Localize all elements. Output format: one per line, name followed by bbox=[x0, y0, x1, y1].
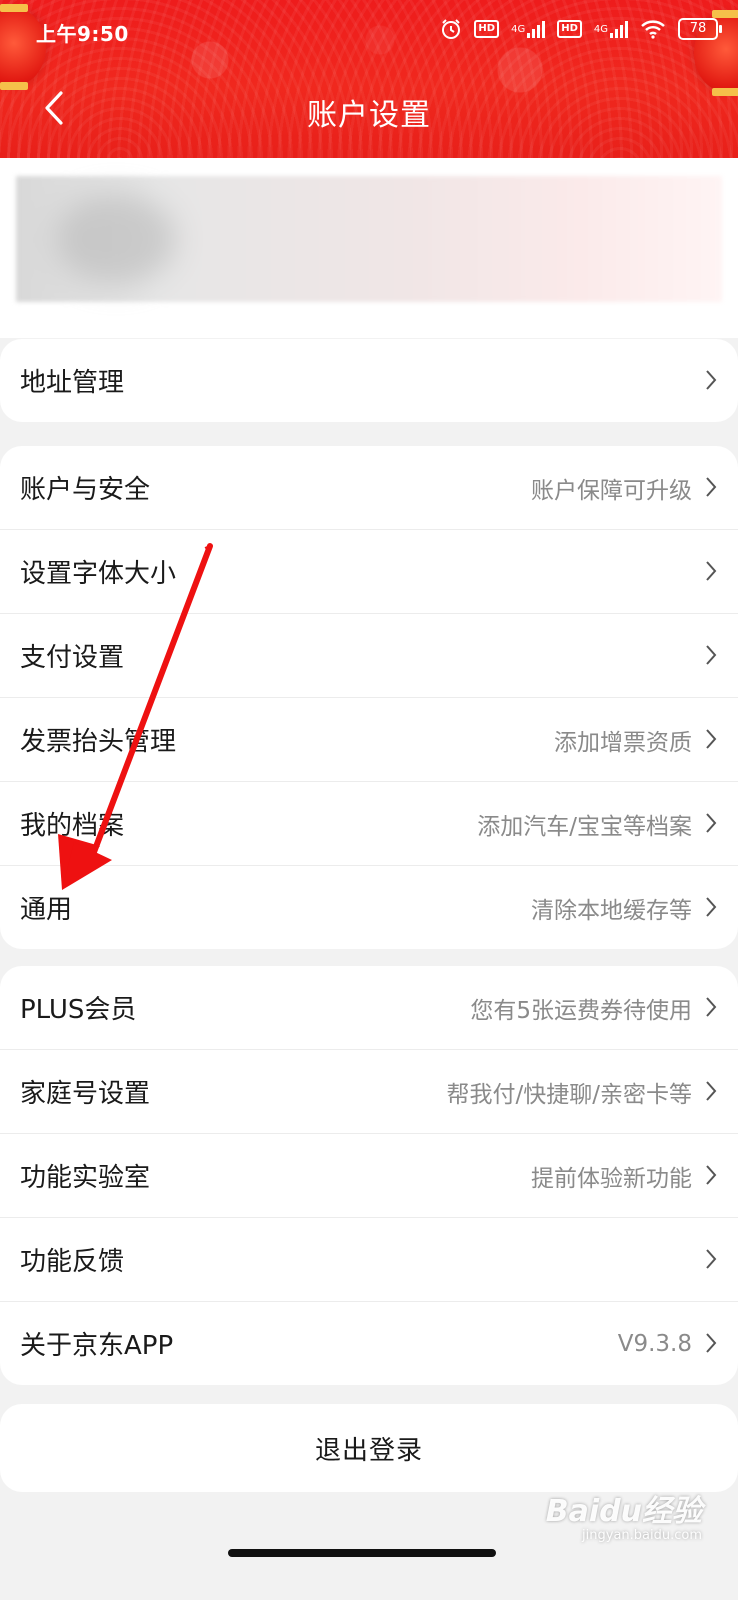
row-value: 提前体验新功能 bbox=[531, 1165, 692, 1192]
row-label: 账户与安全 bbox=[20, 475, 151, 505]
network-type-label: 4G bbox=[511, 23, 526, 35]
row-my-profile[interactable]: 我的档案 添加汽车/宝宝等档案 bbox=[0, 782, 738, 866]
battery-icon: 78 bbox=[678, 18, 722, 40]
network-type-label-2: 4G bbox=[593, 23, 608, 35]
logout-label: 退出登录 bbox=[314, 1435, 423, 1466]
row-family-settings[interactable]: 家庭号设置 帮我付/快捷聊/亲密卡等 bbox=[0, 1050, 738, 1134]
status-icons: HD 4G HD 4G 78 bbox=[440, 18, 722, 40]
chevron-right-icon bbox=[706, 997, 717, 1017]
chevron-right-icon bbox=[706, 1249, 717, 1269]
chevron-right-icon bbox=[706, 813, 717, 833]
row-invoice-header[interactable]: 发票抬头管理 添加增票资质 bbox=[0, 698, 738, 782]
profile-card[interactable] bbox=[0, 158, 738, 338]
row-font-size[interactable]: 设置字体大小 bbox=[0, 530, 738, 614]
row-label: 我的档案 bbox=[20, 811, 125, 841]
home-indicator[interactable] bbox=[228, 1549, 496, 1557]
row-label: 支付设置 bbox=[20, 643, 125, 673]
row-value: V9.3.8 bbox=[617, 1330, 692, 1357]
row-label: 家庭号设置 bbox=[20, 1079, 151, 1109]
status-time: 上午9:50 bbox=[36, 22, 129, 46]
row-value: 帮我付/快捷聊/亲密卡等 bbox=[446, 1081, 693, 1108]
chevron-right-icon bbox=[706, 477, 717, 497]
row-label: 通用 bbox=[20, 895, 73, 925]
row-label: PLUS会员 bbox=[20, 995, 137, 1025]
row-label: 关于京东APP bbox=[20, 1331, 174, 1361]
settings-group-more: PLUS会员 您有5张运费券待使用 家庭号设置 帮我付/快捷聊/亲密卡等 功能实… bbox=[0, 966, 738, 1385]
row-value: 清除本地缓存等 bbox=[531, 897, 692, 924]
row-label: 功能实验室 bbox=[20, 1163, 151, 1193]
chevron-right-icon bbox=[706, 897, 717, 917]
row-plus-member[interactable]: PLUS会员 您有5张运费券待使用 bbox=[0, 966, 738, 1050]
row-account-security[interactable]: 账户与安全 账户保障可升级 bbox=[0, 446, 738, 530]
row-value: 添加汽车/宝宝等档案 bbox=[477, 813, 692, 840]
chevron-right-icon bbox=[706, 645, 717, 665]
status-bar: 上午9:50 HD 4G HD 4G 78 bbox=[0, 0, 738, 62]
row-address-management[interactable]: 地址管理 bbox=[0, 339, 738, 422]
profile-blurred-info bbox=[16, 176, 722, 302]
row-label: 发票抬头管理 bbox=[20, 727, 177, 757]
row-label: 设置字体大小 bbox=[20, 559, 177, 589]
chevron-right-icon bbox=[706, 729, 717, 749]
header-banner: 上午9:50 HD 4G HD 4G 78 账户设置 bbox=[0, 0, 738, 158]
chevron-right-icon bbox=[706, 1333, 717, 1353]
row-value: 账户保障可升级 bbox=[531, 477, 692, 504]
chevron-right-icon bbox=[706, 1165, 717, 1185]
chevron-right-icon bbox=[706, 1081, 717, 1101]
nav-bar: 账户设置 bbox=[0, 62, 738, 158]
settings-group-address: 地址管理 bbox=[0, 339, 738, 422]
settings-group-account: 账户与安全 账户保障可升级 设置字体大小 支付设置 发票抬头管理 添加增票资质 … bbox=[0, 446, 738, 949]
baidu-watermark: Baidu经验 jingyan.baidu.com bbox=[546, 1486, 702, 1543]
signal-icon-2: 4G bbox=[594, 20, 628, 38]
hd-icon: HD bbox=[474, 20, 500, 38]
row-about-app[interactable]: 关于京东APP V9.3.8 bbox=[0, 1302, 738, 1385]
row-label: 地址管理 bbox=[20, 368, 125, 398]
hd-icon-2: HD bbox=[557, 20, 582, 38]
watermark-brand: Baidu经验 bbox=[545, 1494, 702, 1529]
row-general[interactable]: 通用 清除本地缓存等 bbox=[0, 866, 738, 949]
row-value: 添加增票资质 bbox=[554, 729, 692, 756]
chevron-right-icon bbox=[706, 561, 717, 581]
alarm-icon bbox=[440, 18, 462, 40]
signal-icon: 4G bbox=[511, 20, 546, 38]
wifi-icon bbox=[640, 19, 666, 39]
watermark-url: jingyan.baidu.com bbox=[582, 1528, 702, 1543]
logout-button[interactable]: 退出登录 bbox=[0, 1404, 738, 1492]
chevron-right-icon bbox=[706, 370, 717, 390]
row-payment-settings[interactable]: 支付设置 bbox=[0, 614, 738, 698]
row-label: 功能反馈 bbox=[20, 1247, 125, 1277]
row-value: 您有5张运费券待使用 bbox=[470, 997, 692, 1024]
row-feature-lab[interactable]: 功能实验室 提前体验新功能 bbox=[0, 1134, 738, 1218]
page-title: 账户设置 bbox=[307, 98, 431, 133]
row-feedback[interactable]: 功能反馈 bbox=[0, 1218, 738, 1302]
